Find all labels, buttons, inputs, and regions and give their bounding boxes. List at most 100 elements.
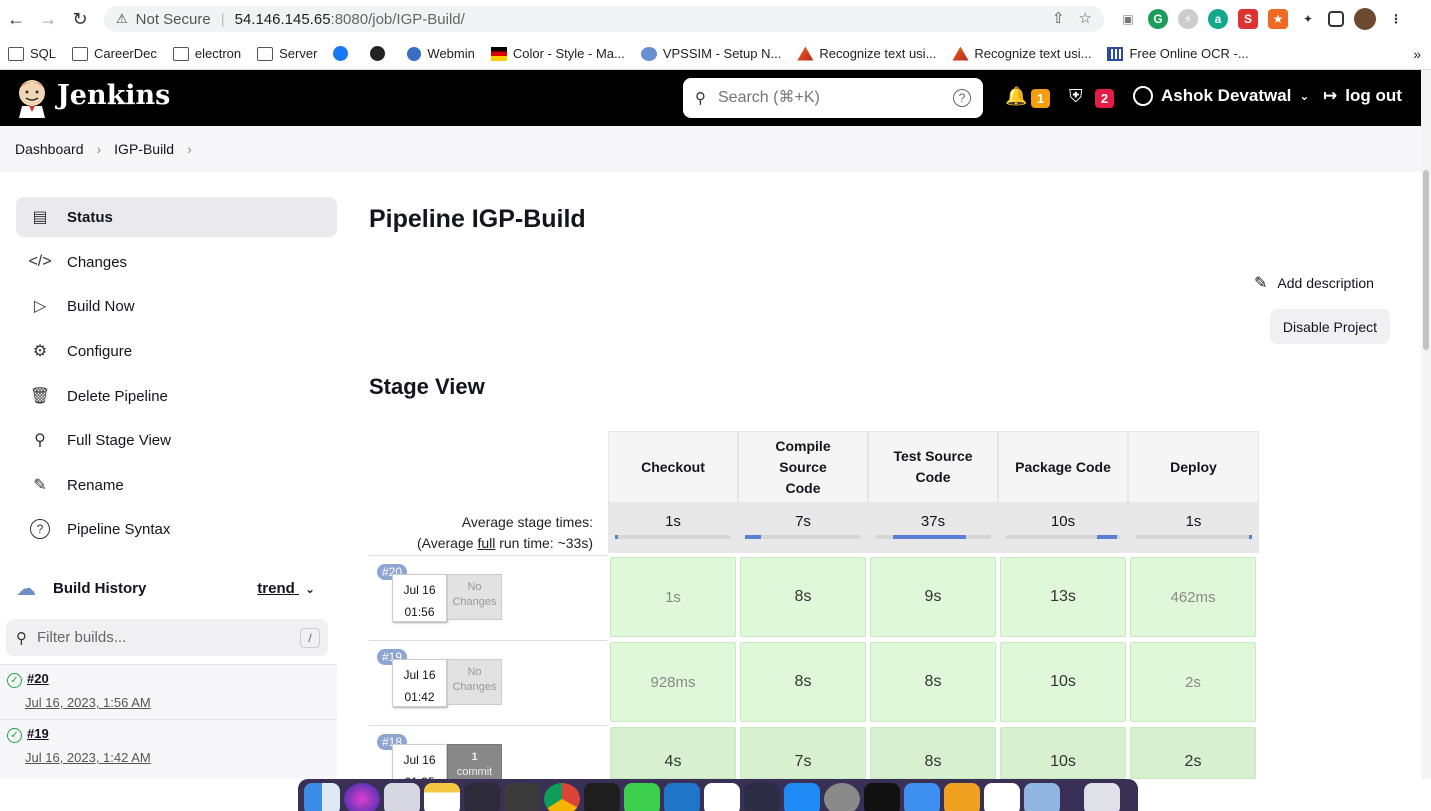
stage-cell[interactable]: 9s xyxy=(870,557,996,637)
instruments-icon[interactable] xyxy=(464,783,500,811)
user-menu[interactable]: Ashok Devatwal ⌄ xyxy=(1133,86,1309,106)
camera-icon[interactable]: ▣ xyxy=(1118,9,1138,29)
vscode-icon[interactable] xyxy=(664,783,700,811)
shield-icon[interactable]: ⛨ xyxy=(1069,86,1083,107)
stage-cell[interactable]: 1s xyxy=(610,557,736,637)
calendar-icon[interactable] xyxy=(984,783,1020,811)
launchpad-icon[interactable] xyxy=(384,783,420,811)
trend-link[interactable]: trend ⌄ xyxy=(257,580,315,597)
bookmark-server[interactable]: Server xyxy=(257,46,317,61)
bookmark-vpssim[interactable]: VPSSIM - Setup N... xyxy=(640,46,781,61)
breadcrumb-dashboard[interactable]: Dashboard xyxy=(15,141,84,157)
back-icon[interactable]: ← xyxy=(0,4,32,34)
sidebar-item-pipeline-syntax[interactable]: ? Pipeline Syntax xyxy=(16,509,337,549)
filter-builds-input[interactable]: Filter builds... xyxy=(37,629,126,646)
mail-icon[interactable] xyxy=(904,783,940,811)
bookmark-free-ocr[interactable]: Free Online OCR -... xyxy=(1107,46,1249,61)
messages-icon[interactable] xyxy=(624,783,660,811)
chevron-down-icon[interactable]: ⌄ xyxy=(305,582,315,596)
search-box[interactable]: ⚲ ? xyxy=(683,78,983,118)
app-store-icon[interactable] xyxy=(784,783,820,811)
chevron-right-icon[interactable]: › xyxy=(187,141,192,157)
chatgpt-icon[interactable] xyxy=(744,783,780,811)
bell-icon[interactable]: 🔔 xyxy=(1005,86,1027,107)
sidepanel-icon[interactable] xyxy=(1328,11,1344,27)
bookmark-facebook[interactable] xyxy=(333,46,354,61)
logout-link[interactable]: ↦ log out xyxy=(1323,86,1402,106)
stage-cell[interactable]: 8s xyxy=(740,557,866,637)
sidebar-item-rename[interactable]: ✎ Rename xyxy=(16,465,337,505)
bookmark-color-style[interactable]: Color - Style - Ma... xyxy=(490,46,625,61)
forward-icon[interactable]: → xyxy=(32,4,64,34)
sidebar-item-full-stage-view[interactable]: ⚲ Full Stage View xyxy=(16,420,337,460)
slack-icon[interactable] xyxy=(704,783,740,811)
preview-icon[interactable] xyxy=(1024,783,1060,811)
disable-project-button[interactable]: Disable Project xyxy=(1270,309,1390,344)
history-build-number[interactable]: #19 xyxy=(27,726,49,741)
bookmark-electron[interactable]: electron xyxy=(172,46,241,61)
trash-icon[interactable] xyxy=(1084,783,1120,811)
help-icon[interactable]: ? xyxy=(953,89,971,107)
menu-kebab-icon[interactable]: ⋮ xyxy=(1386,9,1406,29)
bookmark-github[interactable] xyxy=(370,46,391,61)
search-input[interactable] xyxy=(718,89,938,107)
fire-extension-icon[interactable]: ★ xyxy=(1268,9,1288,29)
sidebar-item-build-now[interactable]: ▷ Build Now xyxy=(16,286,337,326)
security-badge[interactable]: 2 xyxy=(1095,89,1114,108)
stage-cell[interactable]: 13s xyxy=(1000,557,1126,637)
stage-cell[interactable]: 8s xyxy=(870,727,996,779)
stage-cell[interactable]: 7s xyxy=(740,727,866,779)
stage-cell[interactable]: 10s xyxy=(1000,727,1126,779)
jenkins-logo-icon[interactable] xyxy=(14,78,50,118)
reload-icon[interactable]: ↻ xyxy=(64,4,96,34)
history-build-date[interactable]: Jul 16, 2023, 1:42 AM xyxy=(25,750,151,765)
commit-box[interactable]: 1 commit xyxy=(447,744,502,779)
history-build-date[interactable]: Jul 16, 2023, 1:56 AM xyxy=(25,695,151,710)
bolt-extension-icon[interactable]: ⚡ xyxy=(1178,9,1198,29)
notifications-badge[interactable]: 1 xyxy=(1031,89,1050,108)
stage-cell[interactable]: 2s xyxy=(1130,642,1256,722)
stage-cell[interactable]: 10s xyxy=(1000,642,1126,722)
bookmark-careerdec[interactable]: CareerDec xyxy=(72,46,157,61)
stage-cell[interactable]: 4s xyxy=(610,727,736,779)
chrome-icon[interactable] xyxy=(544,783,580,811)
a-extension-icon[interactable]: a xyxy=(1208,9,1228,29)
stage-cell[interactable]: 8s xyxy=(870,642,996,722)
stage-cell[interactable]: 8s xyxy=(740,642,866,722)
app-title[interactable]: Jenkins xyxy=(57,80,170,111)
bookmarks-overflow-icon[interactable]: » xyxy=(1413,46,1421,62)
filter-builds[interactable]: ⚲ Filter builds... / xyxy=(6,619,328,656)
profile-avatar[interactable] xyxy=(1354,8,1376,30)
stage-cell[interactable]: 2s xyxy=(1130,727,1256,779)
notes-icon[interactable] xyxy=(424,783,460,811)
history-item[interactable]: ✓ #19 Jul 16, 2023, 1:42 AM xyxy=(0,719,337,779)
share-icon[interactable]: ⇧ xyxy=(1052,9,1065,27)
seo-extension-icon[interactable]: S xyxy=(1238,9,1258,29)
stage-cell[interactable]: 462ms xyxy=(1130,557,1256,637)
address-bar[interactable]: ⚠ Not Secure | 54.146.145.65:8080/job/IG… xyxy=(104,6,1104,32)
globe-extension-icon[interactable]: G xyxy=(1148,9,1168,29)
full-run-link[interactable]: full xyxy=(477,535,495,551)
finder-icon[interactable] xyxy=(304,783,340,811)
system-preferences-icon[interactable] xyxy=(824,783,860,811)
bookmark-webmin[interactable]: Webmin xyxy=(407,46,475,61)
sidebar-item-delete-pipeline[interactable]: 🗑 Delete Pipeline xyxy=(16,376,337,416)
bookmark-recognize-1[interactable]: Recognize text usi... xyxy=(797,46,936,61)
breadcrumb-igp-build[interactable]: IGP-Build xyxy=(114,141,174,157)
history-build-number[interactable]: #20 xyxy=(27,671,49,686)
page-scrollbar[interactable] xyxy=(1421,70,1431,779)
sublime-icon[interactable] xyxy=(504,783,540,811)
bookmark-recognize-2[interactable]: Recognize text usi... xyxy=(952,46,1091,61)
stage-cell[interactable]: 928ms xyxy=(610,642,736,722)
keyboard-app-icon[interactable] xyxy=(584,783,620,811)
pages-icon[interactable] xyxy=(944,783,980,811)
puzzle-icon[interactable]: ✦ xyxy=(1298,9,1318,29)
bookmark-sql[interactable]: SQL xyxy=(8,46,56,61)
history-item[interactable]: ✓ #20 Jul 16, 2023, 1:56 AM xyxy=(0,664,337,719)
sidebar-item-configure[interactable]: ⚙ Configure xyxy=(16,331,337,371)
star-icon[interactable]: ☆ xyxy=(1079,9,1092,27)
siri-icon[interactable] xyxy=(344,783,380,811)
sidebar-item-status[interactable]: ▤ Status xyxy=(16,197,337,237)
sidebar-item-changes[interactable]: </> Changes xyxy=(16,242,337,282)
add-description-link[interactable]: ✎ Add description xyxy=(1254,273,1374,293)
